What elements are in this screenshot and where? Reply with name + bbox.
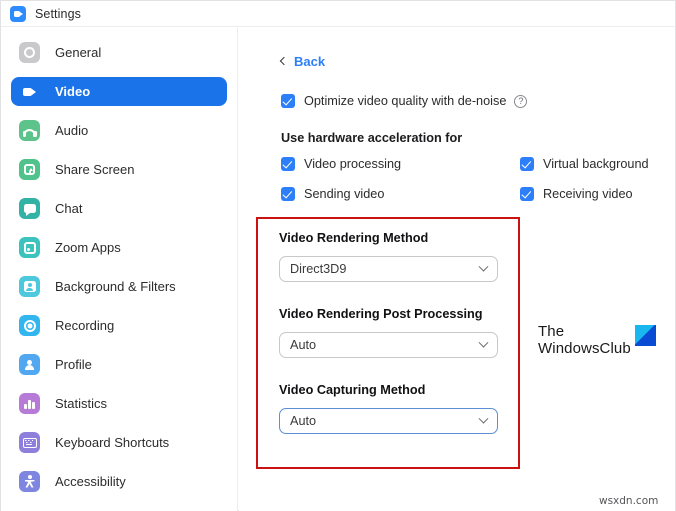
sidebar-item-share-screen[interactable]: Share Screen — [11, 155, 227, 184]
sidebar-item-label: Profile — [55, 357, 92, 372]
checkbox-sending-video[interactable] — [281, 187, 295, 201]
sidebar-item-label: Recording — [55, 318, 115, 333]
chat-bubble-icon — [19, 198, 40, 219]
hwaccel-row-virtual-background[interactable]: Virtual background — [520, 157, 649, 171]
video-capturing-method-select[interactable]: Auto — [279, 408, 498, 434]
sidebar-item-label: Audio — [55, 123, 89, 138]
sidebar-item-chat[interactable]: Chat — [11, 194, 227, 223]
gear-icon — [19, 42, 40, 63]
sidebar-item-label: Keyboard Shortcuts — [55, 435, 170, 450]
video-rendering-method-select[interactable]: Direct3D9 — [279, 256, 498, 282]
zoom-video-icon — [10, 5, 26, 22]
hwaccel-option-label: Receiving video — [543, 187, 633, 201]
settings-window: Settings General Video Audio Share Scree… — [0, 0, 676, 511]
sidebar-item-video[interactable]: Video — [11, 77, 227, 106]
hardware-acceleration-heading: Use hardware acceleration for — [281, 131, 463, 145]
chevron-down-icon — [478, 261, 489, 272]
settings-sidebar: General Video Audio Share Screen Chat Zo… — [1, 28, 238, 511]
sidebar-item-label: Chat — [55, 201, 83, 216]
hwaccel-option-label: Virtual background — [543, 157, 649, 171]
background-filters-icon — [19, 276, 40, 297]
denoise-label: Optimize video quality with de-noise — [304, 94, 507, 108]
video-rendering-post-processing-select[interactable]: Auto — [279, 332, 498, 358]
sidebar-item-recording[interactable]: Recording — [11, 311, 227, 340]
sidebar-item-zoom-apps[interactable]: Zoom Apps — [11, 233, 227, 262]
chevron-down-icon — [478, 413, 489, 424]
sidebar-item-profile[interactable]: Profile — [11, 350, 227, 379]
hwaccel-option-label: Video processing — [304, 157, 402, 171]
hwaccel-row-receiving-video[interactable]: Receiving video — [520, 187, 633, 201]
sidebar-item-label: Background & Filters — [55, 279, 176, 294]
back-label: Back — [294, 54, 326, 69]
sidebar-item-accessibility[interactable]: Accessibility — [11, 467, 227, 496]
video-rendering-method-label: Video Rendering Method — [279, 231, 429, 245]
sidebar-item-audio[interactable]: Audio — [11, 116, 227, 145]
help-icon[interactable]: ? — [514, 94, 528, 108]
sidebar-item-label: Share Screen — [55, 162, 135, 177]
title-bar: Settings — [1, 1, 675, 27]
chevron-left-icon — [279, 56, 289, 66]
hwaccel-option-label: Sending video — [304, 187, 385, 201]
window-title: Settings — [35, 6, 81, 21]
sidebar-item-label: Statistics — [55, 396, 108, 411]
back-button[interactable]: Back — [279, 54, 326, 69]
video-settings-panel: Back Optimize video quality with de-nois… — [239, 28, 675, 511]
video-capturing-method-label: Video Capturing Method — [279, 383, 426, 397]
sidebar-item-label: General — [55, 45, 102, 60]
sidebar-item-label: Zoom Apps — [55, 240, 121, 255]
hwaccel-row-video-processing[interactable]: Video processing — [281, 157, 401, 171]
checkbox-denoise[interactable] — [281, 94, 295, 108]
accessibility-icon — [19, 471, 40, 492]
sidebar-item-label: Video — [55, 84, 91, 99]
select-value: Direct3D9 — [290, 262, 347, 276]
sidebar-item-background-filters[interactable]: Background & Filters — [11, 272, 227, 301]
checkbox-receiving-video[interactable] — [520, 187, 534, 201]
headset-icon — [19, 120, 40, 141]
video-rendering-post-processing-label: Video Rendering Post Processing — [279, 307, 483, 321]
sidebar-item-statistics[interactable]: Statistics — [11, 389, 227, 418]
share-screen-icon — [19, 159, 40, 180]
select-value: Auto — [290, 338, 317, 352]
select-value: Auto — [290, 414, 317, 428]
sidebar-item-label: Accessibility — [55, 474, 126, 489]
checkbox-virtual-background[interactable] — [520, 157, 534, 171]
denoise-row[interactable]: Optimize video quality with de-noise ? — [281, 94, 528, 108]
statistics-icon — [19, 393, 40, 414]
chevron-down-icon — [478, 337, 489, 348]
profile-icon — [19, 354, 40, 375]
video-camera-icon — [19, 81, 40, 102]
keyboard-icon — [19, 432, 40, 453]
sidebar-item-general[interactable]: General — [11, 38, 227, 67]
record-icon — [19, 315, 40, 336]
sidebar-item-keyboard-shortcuts[interactable]: Keyboard Shortcuts — [11, 428, 227, 457]
zoom-apps-icon — [19, 237, 40, 258]
checkbox-video-processing[interactable] — [281, 157, 295, 171]
hwaccel-row-sending-video[interactable]: Sending video — [281, 187, 384, 201]
